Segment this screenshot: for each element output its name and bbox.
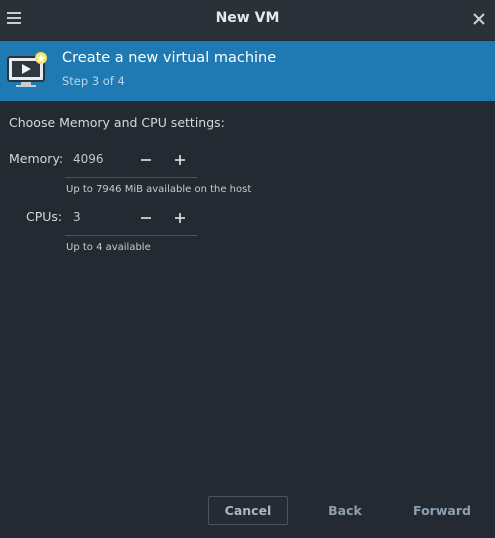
memory-increase-button[interactable] [168, 148, 192, 172]
forward-button[interactable]: Forward [400, 496, 484, 525]
memory-label: Memory: [9, 151, 64, 166]
memory-decrease-button[interactable] [134, 148, 158, 172]
window-title: New VM [215, 10, 280, 26]
virtual-machine-icon [7, 51, 49, 89]
memory-hint: Up to 7946 MiB available on the host [66, 184, 252, 195]
banner-title: Create a new virtual machine [62, 50, 277, 66]
minus-icon [141, 217, 151, 219]
back-button[interactable]: Back [310, 496, 380, 525]
close-icon[interactable] [472, 11, 486, 25]
cpus-spinbutton[interactable]: 3 [65, 203, 197, 236]
minus-icon [141, 159, 151, 161]
cpus-label: CPUs: [26, 209, 63, 224]
cpus-decrease-button[interactable] [134, 206, 158, 230]
cancel-button[interactable]: Cancel [208, 496, 288, 525]
memory-value[interactable]: 4096 [73, 152, 104, 166]
settings-heading: Choose Memory and CPU settings: [9, 115, 225, 130]
cpus-increase-button[interactable] [168, 206, 192, 230]
step-indicator: Step 3 of 4 [62, 74, 125, 88]
cpus-hint: Up to 4 available [66, 242, 151, 253]
plus-icon [175, 155, 185, 165]
cpus-value[interactable]: 3 [73, 210, 81, 224]
wizard-banner: Create a new virtual machine Step 3 of 4 [0, 41, 495, 101]
memory-spinbutton[interactable]: 4096 [65, 145, 197, 178]
plus-icon [175, 213, 185, 223]
window-titlebar: New VM [0, 0, 495, 40]
